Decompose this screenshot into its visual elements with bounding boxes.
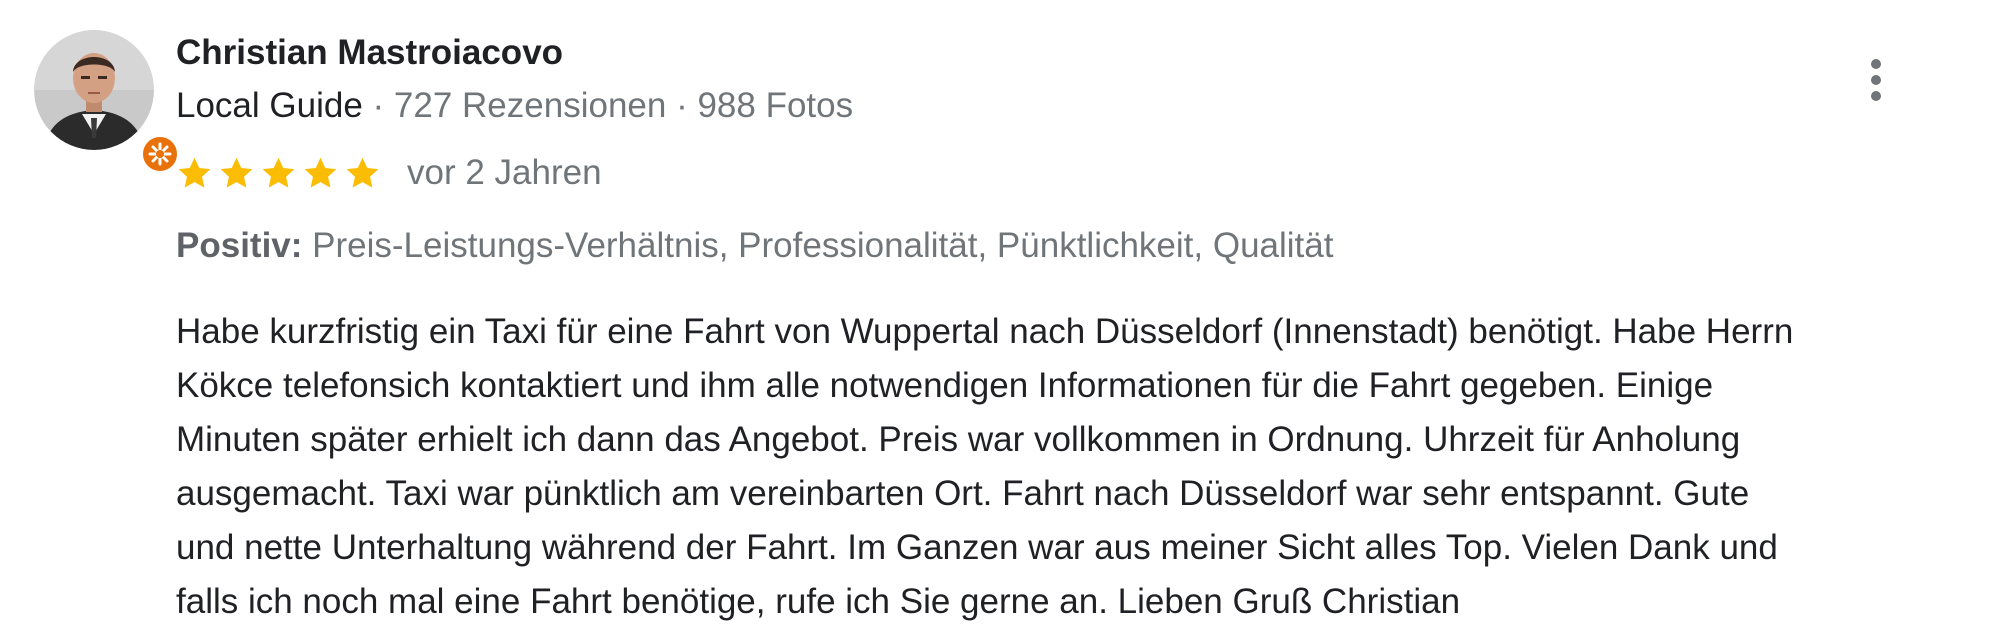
review-text-line: und nette Unterhaltung während der Fahrt… <box>176 528 1778 567</box>
avatar[interactable] <box>34 30 180 174</box>
star-icon <box>262 157 295 188</box>
review-text-line: falls ich noch mal eine Fahrt benötige, … <box>176 582 1461 621</box>
rating-row: vor 2 Jahren <box>176 150 602 196</box>
meta-separator: · <box>362 86 394 125</box>
local-guide-label: Local Guide <box>176 86 363 125</box>
star-icon <box>220 157 253 188</box>
review-date: vor 2 Jahren <box>407 153 602 192</box>
review-count: 727 Rezensionen <box>393 86 667 125</box>
meta-separator: · <box>666 86 698 125</box>
review-text-line: Kökce telefonsich kontaktiert und ihm al… <box>176 366 1714 405</box>
review-text: Habe kurzfristig ein Taxi für eine Fahrt… <box>176 305 1986 629</box>
positive-items: Preis-Leistungs-Verhältnis, Professional… <box>302 226 1334 265</box>
avatar-photo <box>34 30 154 150</box>
review-text-line: ausgemacht. Taxi war pünktlich am verein… <box>176 474 1750 513</box>
star-icon <box>304 157 337 188</box>
star-rating <box>176 155 381 192</box>
more-options-button[interactable] <box>1858 52 1894 108</box>
local-guide-star-icon <box>140 134 180 174</box>
reviewer-meta: Local Guide · 727 Rezensionen · 988 Foto… <box>176 86 853 126</box>
positive-attributes: Positiv: Preis-Leistungs-Verhältnis, Pro… <box>176 226 1333 266</box>
review-text-line: Minuten später erhielt ich dann das Ange… <box>176 420 1741 459</box>
review-card: Christian Mastroiacovo Local Guide · 727… <box>0 0 2000 642</box>
more-vert-icon <box>1871 59 1881 101</box>
review-text-line: Habe kurzfristig ein Taxi für eine Fahrt… <box>176 312 1794 351</box>
star-icon <box>178 157 211 188</box>
reviewer-name[interactable]: Christian Mastroiacovo <box>176 33 563 73</box>
positive-label: Positiv: <box>176 226 303 265</box>
star-icon <box>346 157 379 188</box>
photo-count: 988 Fotos <box>697 86 854 125</box>
